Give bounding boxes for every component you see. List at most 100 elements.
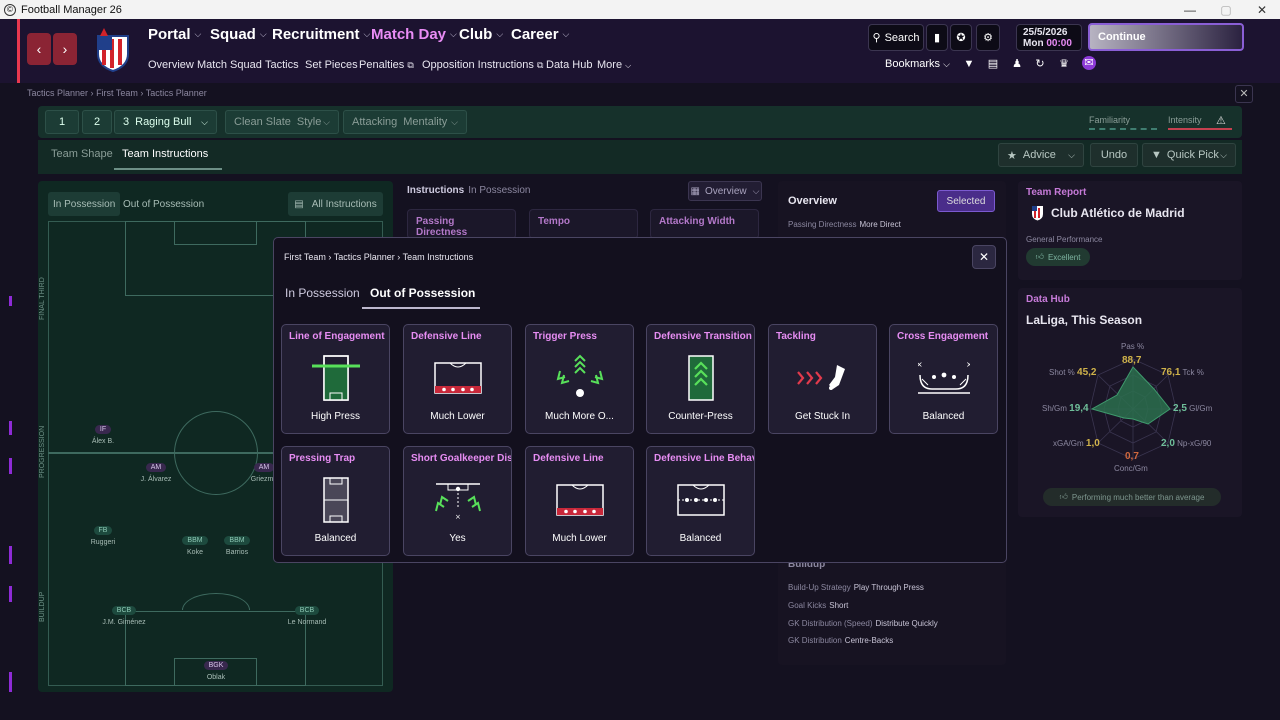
subnav-penalties[interactable]: Penalties ⧉: [359, 59, 414, 71]
tab-team-shape[interactable]: Team Shape: [51, 148, 113, 160]
player-slot[interactable]: BGK Oblak: [181, 654, 251, 681]
all-instructions-button[interactable]: ▤ All Instructions: [288, 192, 383, 216]
player-position: AM: [145, 463, 167, 472]
overview-row-label: GK Distribution (Speed): [788, 619, 873, 628]
tactic-slot-2[interactable]: 2: [82, 110, 112, 134]
player-name: J.M. Giménez: [102, 619, 146, 626]
modal-close-button[interactable]: ✕: [972, 245, 996, 269]
instruction-card-defensive-line[interactable]: Defensive Line Much Lower: [403, 324, 512, 434]
subnav-more[interactable]: More ⌵: [597, 59, 631, 71]
tactic-slot-1[interactable]: 1: [45, 110, 79, 134]
forward-button[interactable]: ›: [53, 33, 77, 65]
subnav-data-hub[interactable]: Data Hub: [546, 59, 592, 71]
gear-icon: ⚙: [983, 32, 993, 44]
mentality-dropdown[interactable]: Attacking Mentality ⌵: [343, 110, 467, 134]
svg-text:×: ×: [455, 513, 461, 521]
bookmarks-dropdown[interactable]: Bookmarks ⌵: [885, 58, 950, 70]
selected-button[interactable]: Selected: [937, 190, 995, 212]
instruction-card-passing-directness[interactable]: Passing Directness: [407, 209, 516, 239]
intensity-label[interactable]: Intensity: [1168, 115, 1202, 125]
pitch-tab-out-of-possession[interactable]: Out of Possession: [118, 192, 209, 216]
instruction-card-value: Balanced: [922, 411, 965, 422]
player-slot[interactable]: FB Ruggeri: [68, 519, 138, 546]
nav-club-label: Club: [459, 26, 493, 43]
people-icon[interactable]: ♟: [1010, 57, 1024, 71]
breadcrumb-item[interactable]: Tactics Planner: [334, 252, 395, 262]
nav-portal[interactable]: Portal ⌵: [148, 26, 201, 43]
nav-career[interactable]: Career ⌵: [511, 26, 569, 43]
breadcrumb-item[interactable]: First Team: [284, 252, 326, 262]
style-dropdown[interactable]: Clean Slate Style ⌵: [225, 110, 339, 134]
nav-club[interactable]: Club ⌵: [459, 26, 503, 43]
instruction-card-defensive-transition[interactable]: Defensive Transition Counter-Press: [646, 324, 755, 434]
breadcrumb-item[interactable]: First Team: [96, 88, 138, 98]
trophy-icon[interactable]: ♛: [1057, 57, 1071, 71]
continue-button[interactable]: Continue: [1088, 23, 1244, 51]
settings-button[interactable]: ⚙: [976, 24, 1000, 51]
view-dropdown[interactable]: ▦ Overview ⌵: [688, 181, 762, 201]
help-button[interactable]: ✪: [950, 24, 972, 51]
familiarity-label[interactable]: Familiarity: [1089, 115, 1130, 125]
nav-recruitment[interactable]: Recruitment ⌵: [272, 26, 370, 43]
shirt-icon[interactable]: ▼: [962, 57, 976, 71]
instruction-card-cross-engagement[interactable]: Cross Engagement × × Balanced: [889, 324, 998, 434]
instruction-card-defensive-line-behaviour[interactable]: Defensive Line Behavic Balanced: [646, 446, 755, 556]
game-date[interactable]: 25/5/2026 Mon 00:00: [1016, 24, 1082, 51]
instruction-card-title: Cross Engagement: [897, 331, 989, 342]
back-button[interactable]: ‹: [27, 33, 51, 65]
player-slot[interactable]: IF Álex B.: [68, 418, 138, 445]
subnav-more-label: More: [597, 59, 623, 71]
radar-label-text: Gl/Gm: [1189, 404, 1213, 413]
close-window-icon[interactable]: ✕: [1244, 0, 1280, 19]
overview-row: Build-Up Strategy Play Through Press: [788, 583, 924, 592]
data-hub-title[interactable]: Data Hub: [1026, 294, 1070, 305]
refresh-icon[interactable]: ↻: [1033, 57, 1047, 71]
player-slot[interactable]: BBM Barrios: [202, 529, 272, 556]
instruction-card-attacking-width[interactable]: Attacking Width: [650, 209, 759, 239]
modal-tab-out-of-possession[interactable]: Out of Possession: [370, 286, 475, 300]
instruction-card-short-goalkeeper-distribution[interactable]: Short Goalkeeper Distr × Yes: [403, 446, 512, 556]
minimize-icon[interactable]: —: [1172, 0, 1208, 19]
instruction-card-tackling[interactable]: Tackling Get Stuck In: [768, 324, 877, 434]
instruction-card-tempo[interactable]: Tempo: [529, 209, 638, 239]
subnav-set-pieces[interactable]: Set Pieces: [305, 59, 358, 71]
radar-label: Sh/Gm 19,4: [1042, 403, 1089, 414]
club-crest-icon[interactable]: [94, 26, 132, 72]
nav-squad[interactable]: Squad ⌵: [210, 26, 267, 43]
undo-button[interactable]: Undo: [1090, 143, 1138, 167]
pitch-tab-in-possession[interactable]: In Possession: [48, 192, 121, 216]
search-button[interactable]: ⚲ Search: [868, 24, 924, 51]
notes-button[interactable]: ▮: [926, 24, 948, 51]
edge-accent: [9, 296, 12, 306]
instruction-card-defensive-line[interactable]: Defensive Line Much Lower: [525, 446, 634, 556]
chevron-down-icon: ⌵: [943, 59, 950, 69]
player-slot[interactable]: AM J. Álvarez: [121, 456, 191, 483]
tactic-slot-3[interactable]: 3 Raging Bull ⌵: [114, 110, 217, 134]
team-report-title[interactable]: Team Report: [1026, 187, 1086, 198]
instruction-card-line-of-engagement[interactable]: Line of Engagement High Press: [281, 324, 390, 434]
instruction-card-pressing-trap[interactable]: Pressing Trap Balanced: [281, 446, 390, 556]
instruction-card-trigger-press[interactable]: Trigger Press Much More O...: [525, 324, 634, 434]
subnav-tactics[interactable]: Tactics: [265, 59, 299, 71]
window-title: Football Manager 26: [21, 3, 122, 16]
player-slot[interactable]: BCB J.M. Giménez: [89, 599, 159, 626]
chevron-down-icon: ⌵: [496, 29, 504, 39]
subnav-overview[interactable]: Overview: [148, 59, 194, 71]
document-icon[interactable]: ▤: [986, 57, 1000, 71]
modal-tab-in-possession[interactable]: In Possession: [285, 286, 360, 300]
club-name[interactable]: Club Atlético de Madrid: [1051, 206, 1185, 220]
quick-pick-button[interactable]: ▼ Quick Pick ⌵: [1142, 143, 1236, 167]
chat-icon[interactable]: ✉: [1082, 56, 1096, 70]
player-slot[interactable]: BCB Le Normand: [272, 599, 342, 626]
advice-button[interactable]: ★ Advice ⌵: [998, 143, 1084, 167]
nav-squad-label: Squad: [210, 26, 256, 43]
nav-match-day[interactable]: Match Day ⌵: [371, 26, 457, 43]
chevron-right-icon: ›: [62, 41, 68, 57]
close-panel-button[interactable]: ✕: [1235, 85, 1253, 103]
tab-team-instructions[interactable]: Team Instructions: [122, 148, 208, 160]
subnav-opposition-instructions[interactable]: Opposition Instructions ⧉: [422, 59, 543, 71]
breadcrumb-item[interactable]: Tactics Planner: [27, 88, 88, 98]
maximize-icon[interactable]: ▢: [1208, 0, 1244, 19]
warning-icon: ⚠: [1216, 115, 1226, 127]
subnav-match-squad[interactable]: Match Squad: [197, 59, 262, 71]
